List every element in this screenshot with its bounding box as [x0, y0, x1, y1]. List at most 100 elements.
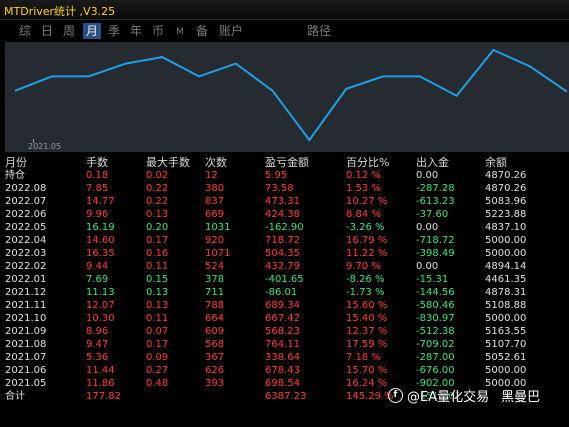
tab-year[interactable]: 年 [127, 23, 145, 39]
cell-percent: 17.59 % [346, 339, 388, 350]
cell-balance: 5163.55 [485, 326, 527, 337]
cell-balance: 4878.31 [485, 287, 527, 298]
cell-balance: 4870.26 [485, 183, 527, 194]
cell-percent: 8.84 % [346, 209, 381, 220]
cell-profit: 667.42 [265, 313, 300, 324]
cell-lots: 9.47 [86, 339, 109, 350]
cell-percent: -8.26 % [346, 274, 385, 285]
table-row[interactable]: 2022.08 7.85 0.22 380 73.58 1.53 % -287.28 4870… [5, 182, 565, 195]
table-row[interactable]: 2022.03 16.35 0.16 1071 504.35 11.22 % -398.49… [5, 247, 565, 260]
tab-summary[interactable]: 综 [16, 23, 34, 39]
cell-balance: 4870.26 [485, 170, 527, 181]
cell-month: 2021.08 [5, 339, 47, 350]
cell-balance: 5000.00 [485, 235, 527, 246]
table-row[interactable]: 2022.01 7.69 0.15 378 -401.65 -8.26 % -15.31 44… [5, 273, 565, 286]
cell-month: 2021.06 [5, 365, 47, 376]
column-header-profit[interactable]: 盈亏金额 [265, 155, 346, 169]
cell-month: 2022.05 [5, 222, 47, 233]
cell-lots: 0.18 [86, 170, 109, 181]
tab-day[interactable]: 日 [38, 23, 56, 39]
table-row[interactable]: 2022.05 16.19 0.20 1031 -162.90 -3.26 % 0.00 48… [5, 221, 565, 234]
cell-count: 920 [205, 235, 225, 246]
cell-percent: 15.40 % [346, 313, 388, 324]
cell-balance: 5052.61 [485, 352, 527, 363]
table-row[interactable]: 2021.10 10.30 0.11 664 667.42 15.40 % -830.97 5… [5, 312, 565, 325]
cell-max-lots: 0.13 [146, 300, 169, 311]
tab-path[interactable]: 路径 [304, 23, 334, 39]
cell-month: 2022.04 [5, 235, 47, 246]
cell-balance: 5000.00 [485, 313, 527, 324]
cell-profit: 473.31 [265, 196, 300, 207]
tab-m[interactable]: M [173, 24, 187, 40]
cell-count: 393 [205, 378, 225, 389]
cell-count [205, 390, 265, 403]
cell-lots: 11.86 [86, 378, 115, 389]
cell-profit: 698.54 [265, 378, 300, 389]
tab-week[interactable]: 周 [60, 23, 78, 39]
equity-chart [5, 42, 569, 152]
table-row[interactable]: 2021.07 5.36 0.09 367 338.64 7.18 % -287.00 505… [5, 351, 565, 364]
column-header-percent[interactable]: 百分比% [346, 155, 416, 169]
table-row[interactable]: 2022.02 9.44 0.11 524 432.79 9.70 % 0.00 4894.1… [5, 260, 565, 273]
cell-lots: 12.07 [86, 300, 115, 311]
table-row[interactable]: 2021.08 9.47 0.17 568 764.11 17.59 % -709.02 51… [5, 338, 565, 351]
column-header-max-lots[interactable]: 最大手数 [146, 155, 205, 169]
cell-month: 2021.09 [5, 326, 47, 337]
column-header-count[interactable]: 次数 [205, 155, 265, 169]
cell-deposit: -15.31 [416, 274, 449, 285]
cell-count: 380 [205, 183, 225, 194]
table-row[interactable]: 2021.12 11.13 0.13 711 -86.01 -1.73 % -144.56 4… [5, 286, 565, 299]
table-row[interactable]: 2022.04 14.60 0.17 920 718.72 16.79 % -718.72 5… [5, 234, 565, 247]
window-title: MTDriver统计 ,V3.25 [4, 5, 116, 18]
cell-count: 568 [205, 339, 225, 350]
table-row[interactable]: 2021.09 8.96 0.07 609 568.23 12.37 % -512.38 51… [5, 325, 565, 338]
equity-line [14, 48, 568, 142]
cell-lots: 16.19 [86, 222, 115, 233]
cell-max-lots: 0.02 [146, 170, 169, 181]
cell-profit: 718.72 [265, 235, 300, 246]
column-header-deposit[interactable]: 出入金 [416, 155, 485, 169]
cell-deposit: -398.49 [416, 248, 455, 259]
cell-lots: 7.85 [86, 183, 109, 194]
tab-currency[interactable]: 币 [149, 23, 167, 39]
cell-lots: 14.60 [86, 235, 115, 246]
cell-deposit: 0.00 [416, 261, 439, 272]
column-header-lots[interactable]: 手数 [86, 155, 146, 169]
tab-notes[interactable]: 备 [193, 23, 211, 39]
cell-percent: 1.53 % [346, 183, 381, 194]
cell-percent: 15.60 % [346, 300, 388, 311]
cell-lots: 9.96 [86, 209, 109, 220]
x-axis-tick-label: 2021.05 [28, 142, 62, 151]
cell-profit: 764.11 [265, 339, 300, 350]
tab-month[interactable]: 月 [83, 23, 102, 39]
cell-count: 711 [205, 287, 225, 298]
cell-deposit: -287.28 [416, 183, 455, 194]
cell-month: 2021.11 [5, 300, 47, 311]
column-header-month[interactable]: 月份 [5, 155, 86, 169]
cell-percent: 10.27 % [346, 196, 388, 207]
cell-balance: 5107.70 [485, 339, 527, 350]
cell-balance: 4837.10 [485, 222, 527, 233]
table-row[interactable]: 2022.06 9.96 0.13 669 424.38 8.84 % -37.60 5223… [5, 208, 565, 221]
cell-profit: 568.23 [265, 326, 300, 337]
facebook-icon: f [388, 387, 403, 403]
tab-quarter[interactable]: 季 [105, 23, 123, 39]
cell-profit: -401.65 [265, 274, 304, 285]
column-header-balance[interactable]: 余额 [485, 155, 565, 169]
table-row[interactable]: 2021.11 12.07 0.13 788 689.34 15.60 % -580.46 5… [5, 299, 565, 312]
cell-lots: 16.35 [86, 248, 115, 259]
table-row[interactable]: 持仓 0.18 0.02 12 5.95 0.12 % 0.00 4870.26 [5, 169, 565, 182]
table-row[interactable]: 2021.06 11.44 0.27 626 678.43 15.70 % -676.00 5… [5, 364, 565, 377]
cell-month: 2021.07 [5, 352, 47, 363]
cell-count: 837 [205, 196, 225, 207]
cell-profit: 678.43 [265, 365, 300, 376]
tab-account[interactable]: 账户 [216, 23, 246, 39]
cell-deposit: -37.60 [416, 209, 449, 220]
table-row[interactable]: 2022.07 14.77 0.22 837 473.31 10.27 % -613.23 5… [5, 195, 565, 208]
cell-lots: 8.96 [86, 326, 109, 337]
cell-max-lots: 0.11 [146, 261, 169, 272]
cell-percent: 15.70 % [346, 365, 388, 376]
cell-profit: 689.34 [265, 300, 300, 311]
cell-profit: 73.58 [265, 183, 294, 194]
cell-month: 2022.08 [5, 183, 47, 194]
